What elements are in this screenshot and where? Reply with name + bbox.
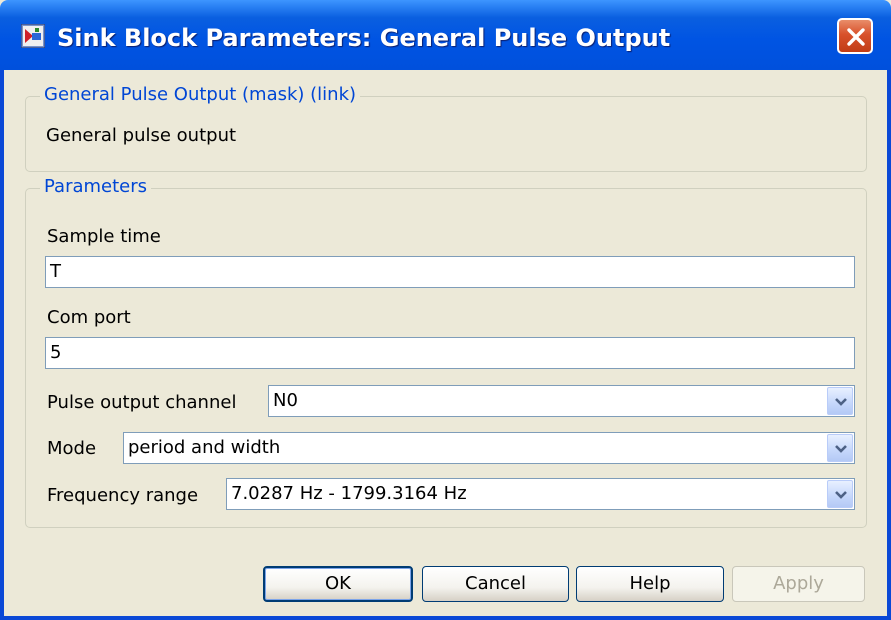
parameters-group-legend: Parameters (40, 176, 152, 197)
chevron-down-icon (835, 491, 847, 499)
com-port-label: Com port (47, 307, 131, 328)
chevron-down-icon (835, 445, 847, 453)
ok-button[interactable]: OK (263, 566, 413, 602)
pulse-output-channel-value: N0 (273, 390, 298, 411)
description-group: General Pulse Output (mask) (link) Gener… (25, 84, 867, 172)
window-frame-right (887, 70, 891, 620)
pulse-output-channel-dropdown-button[interactable] (827, 387, 853, 415)
chevron-down-icon (835, 398, 847, 406)
window-title: Sink Block Parameters: General Pulse Out… (57, 24, 671, 52)
close-icon (847, 28, 865, 46)
frequency-range-value: 7.0287 Hz - 1799.3164 Hz (231, 483, 467, 504)
sample-time-input[interactable]: T (45, 256, 855, 288)
help-button[interactable]: Help (576, 566, 724, 602)
cancel-button[interactable]: Cancel (422, 566, 569, 602)
description-group-legend: General Pulse Output (mask) (link) (40, 84, 361, 105)
description-text: General pulse output (46, 125, 237, 146)
pulse-output-channel-label: Pulse output channel (47, 392, 237, 413)
frequency-range-dropdown-button[interactable] (827, 480, 853, 508)
window-frame-bottom (0, 616, 891, 620)
simulink-block-icon[interactable] (20, 23, 46, 49)
sample-time-label: Sample time (47, 226, 161, 247)
frequency-range-select[interactable]: 7.0287 Hz - 1799.3164 Hz (226, 478, 855, 510)
mode-value: period and width (128, 437, 281, 458)
mode-dropdown-button[interactable] (827, 434, 853, 462)
apply-button[interactable]: Apply (732, 566, 865, 602)
com-port-input[interactable]: 5 (45, 337, 855, 369)
mode-label: Mode (47, 438, 97, 459)
mode-select[interactable]: period and width (123, 432, 855, 464)
frequency-range-label: Frequency range (47, 485, 199, 506)
pulse-output-channel-select[interactable]: N0 (268, 385, 855, 417)
close-button[interactable] (837, 18, 873, 54)
